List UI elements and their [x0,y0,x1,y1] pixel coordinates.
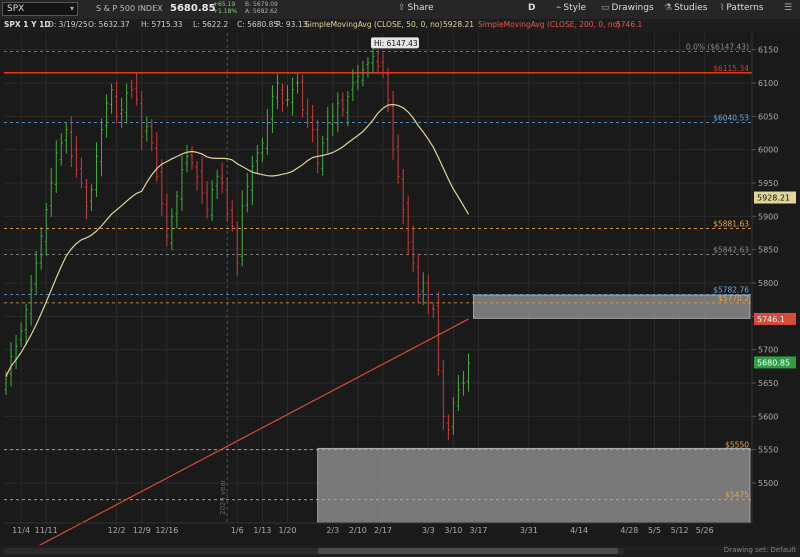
level-label: $5770.2 [718,294,749,303]
study-info-bar: SPX 1 Y 1D D: 3/19/25 O: 5632.37 H: 5715… [0,19,800,31]
more-menu-icon[interactable]: ☰ [784,3,792,13]
time-tick-label: 11/4 [12,526,30,535]
share-button[interactable]: ⇪ Share [398,3,434,13]
sma200-label: SimpleMovingAvg (CLOSE, 200, 0, no) [478,20,621,29]
symbol-value: SPX [7,4,25,14]
bid-price: B: 5679.09 [245,1,278,8]
style-icon: ⌁ [556,3,562,13]
price-tick-label: 5550 [758,446,778,455]
hi-label: Hi: 6147.43 [374,39,418,48]
net-change: +65.19 [213,1,236,8]
time-tick-label: 3/17 [470,526,488,535]
price-tick-label: 5650 [758,379,778,388]
info-high: H: 5715.33 [141,20,183,29]
price-tick-label: 6050 [758,112,778,121]
time-tick-label: 12/16 [155,526,178,535]
time-tick-label: 11/11 [35,526,58,535]
sma50-label: SimpleMovingAvg (CLOSE, 50, 0, no) [305,20,443,29]
time-tick-label: 5/26 [696,526,714,535]
time-tick-label: 1/20 [279,526,297,535]
bottom-bar: Drawing set: Default [0,545,800,557]
scrollbar-thumb[interactable] [318,548,618,554]
bid-ask-block: B: 5679.09 A: 5682.62 [245,1,278,15]
info-open: O: 5632.37 [88,20,130,29]
style-button[interactable]: ⌁ Style [556,3,586,13]
sma200-value: 5746.1 [616,20,643,29]
sma50-value: 5928.21 [443,20,475,29]
level-label: $6040.53 [713,114,749,123]
support-zone [473,294,751,319]
price-tick-label: 5600 [758,412,778,421]
time-tick-label: 3/10 [444,526,462,535]
time-tick-label: 1/6 [231,526,244,535]
price-tag-label: 5928.21 [757,194,790,203]
price-tick-label: 5700 [758,346,778,355]
studies-button[interactable]: ⚗ Studies [664,3,707,13]
info-date: D: 3/19/25 [48,20,88,29]
percent-change: +1.18% [213,8,238,15]
drawings-button[interactable]: ▭ Drawings [601,3,654,13]
price-tick-label: 5850 [758,246,778,255]
chart-title: SPX 1 Y 1D [4,20,51,29]
price-tick-label: 5950 [758,179,778,188]
level-label: $5475 [725,491,749,500]
price-tick-label: 5500 [758,479,778,488]
last-price: 5680.85 [170,3,216,14]
time-tick-label: 2/10 [349,526,367,535]
price-tick-label: 5800 [758,279,778,288]
price-tag-label: 5680.85 [757,358,790,367]
chart-toolbar: SPX ▾ S & P 500 INDEX 5680.85 +65.19 +1.… [0,0,800,20]
drawings-icon: ▭ [601,3,610,13]
info-close: C: 5680.85 [237,20,279,29]
price-tick-label: 6100 [758,79,778,88]
level-label: $5550 [725,441,749,450]
level-label: 0.0% ($6147.43) [686,42,749,51]
year-label: 2024 year [219,479,227,515]
instrument-name: S & P 500 INDEX [96,4,163,13]
time-tick-label: 2/17 [374,526,392,535]
price-tick-label: 6000 [758,146,778,155]
time-tick-label: 3/31 [520,526,538,535]
time-tick-label: 1/13 [253,526,271,535]
support-zone [317,447,751,524]
drawing-set-label[interactable]: Drawing set: Default [724,546,796,554]
info-range: R: 93.13 [276,20,308,29]
studies-icon: ⚗ [664,3,673,13]
time-tick-label: 5/12 [671,526,689,535]
aggregation-button[interactable]: D [528,3,535,13]
level-label: $5842.63 [713,246,749,255]
time-tick-label: 12/9 [133,526,151,535]
chevron-down-icon[interactable]: ▾ [70,4,74,13]
price-chart[interactable]: 2024 year 0.0% ($6147.43) $6115.34 $6040.53… [0,31,800,545]
price-tick-label: 6150 [758,46,778,55]
level-label: $5881.63 [713,220,749,229]
ask-price: A: 5682.62 [245,8,278,15]
price-tick-label: 5900 [758,212,778,221]
time-tick-label: 4/14 [570,526,588,535]
change-block: +65.19 +1.18% [213,1,237,15]
time-tick-label: 2/3 [326,526,339,535]
time-tick-label: 3/3 [422,526,435,535]
time-tick-label: 12/2 [108,526,126,535]
patterns-button[interactable]: ⌇ Patterns [720,3,763,13]
time-tick-label: 4/28 [620,526,638,535]
info-low: L: 5622.2 [193,20,229,29]
time-tick-label: 5/5 [648,526,661,535]
share-icon: ⇪ [398,3,406,13]
patterns-icon: ⌇ [720,3,725,13]
price-tag-label: 5746.1 [757,315,785,324]
level-label: $6115.34 [713,64,749,73]
symbol-input[interactable]: SPX ▾ [2,2,78,16]
